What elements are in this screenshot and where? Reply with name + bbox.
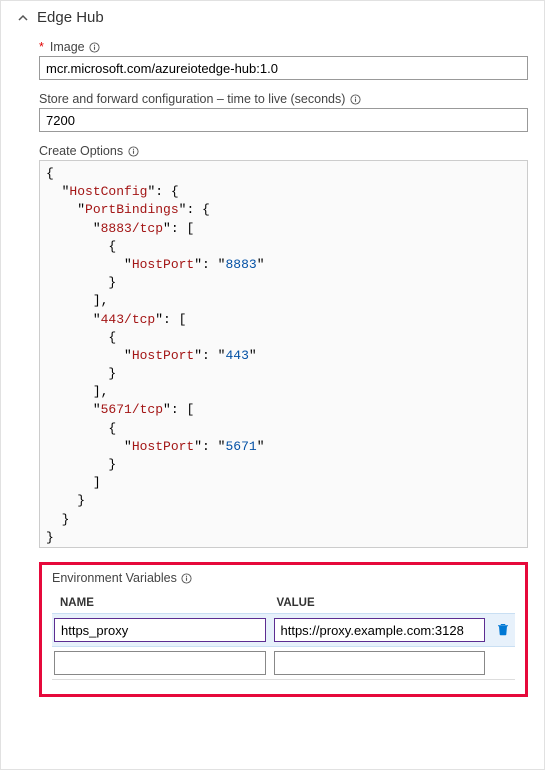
chevron-up-icon [17,12,29,24]
environment-variables-section: Environment Variables NAME VALUE [39,562,528,697]
required-mark: * [39,40,44,54]
env-value-input[interactable] [274,651,486,675]
section-header[interactable]: Edge Hub [17,9,528,26]
env-label: Environment Variables [52,571,177,585]
info-icon[interactable] [349,93,361,105]
section-title: Edge Hub [37,9,104,26]
env-table: NAME VALUE [52,593,515,680]
image-input[interactable] [39,56,528,80]
trash-icon [496,622,510,639]
env-row [52,613,515,647]
info-icon[interactable] [89,41,101,53]
env-header-value: VALUE [277,597,486,609]
info-icon[interactable] [127,145,139,157]
env-name-input[interactable] [54,618,266,642]
image-label: Image [50,40,85,54]
env-value-input[interactable] [274,618,486,642]
env-name-input[interactable] [54,651,266,675]
image-field-group: * Image [39,40,528,80]
env-header-row: NAME VALUE [52,593,515,613]
create-options-group: Create Options { "HostConfig": { "PortBi… [39,144,528,548]
env-header-name: NAME [54,597,269,609]
ttl-label: Store and forward configuration – time t… [39,92,345,106]
ttl-input[interactable] [39,108,528,132]
delete-row-button[interactable] [493,620,513,640]
ttl-field-group: Store and forward configuration – time t… [39,92,528,132]
create-options-label: Create Options [39,144,123,158]
create-options-editor[interactable]: { "HostConfig": { "PortBindings": { "888… [39,160,528,548]
info-icon[interactable] [181,572,193,584]
env-row [52,647,515,680]
